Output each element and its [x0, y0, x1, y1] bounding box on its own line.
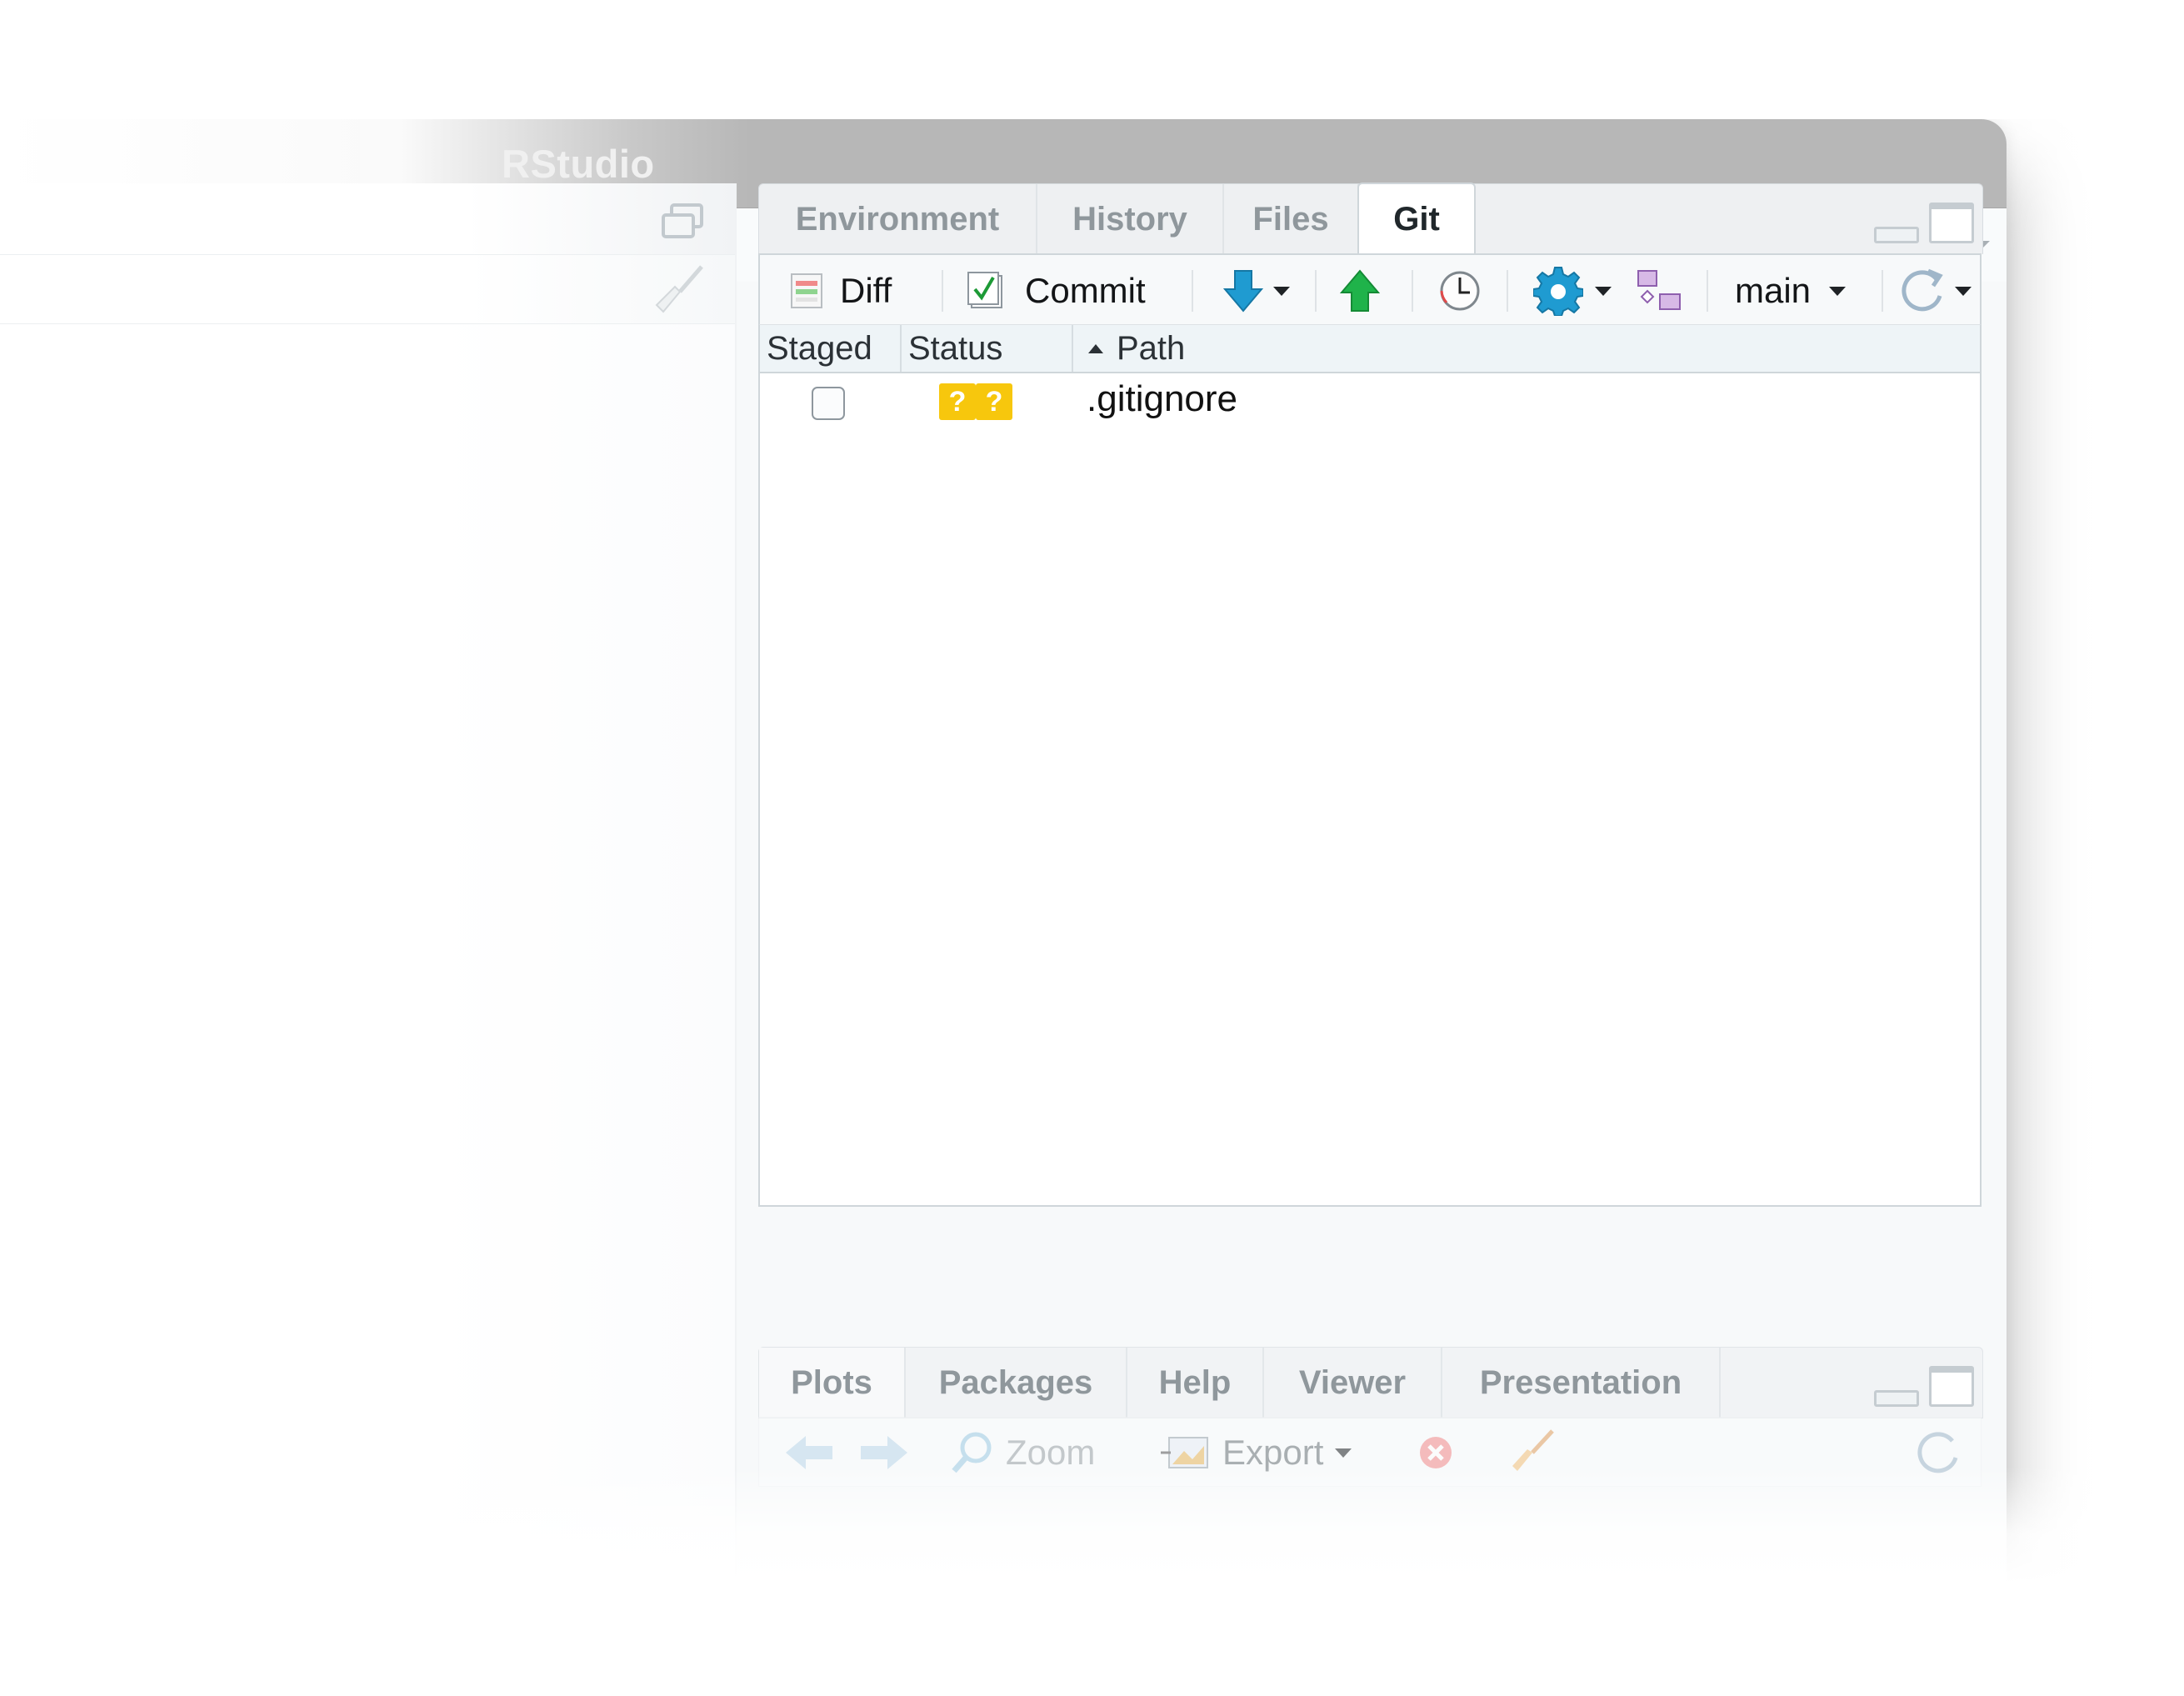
sort-ascending-icon — [1088, 344, 1103, 353]
pane-window-controls — [1874, 1366, 1974, 1407]
maximize-pane-icon[interactable] — [1929, 1366, 1974, 1407]
column-divider — [900, 325, 902, 372]
refresh-icon — [1902, 268, 1943, 312]
top-fade — [0, 0, 2184, 119]
pane-tab-bar: Environment History Files Git — [758, 183, 1983, 258]
changes-table-header: Staged Status Path — [758, 325, 1982, 373]
export-image-icon — [1161, 1437, 1208, 1468]
window-title: RStudio — [502, 142, 655, 186]
tab-git[interactable]: Git — [1357, 183, 1476, 258]
table-row[interactable]: ? ? .gitignore — [760, 373, 1980, 437]
column-divider — [1072, 325, 1073, 372]
rstudio-window: RStudio R test — [0, 0, 2184, 1696]
tab-packages[interactable]: Packages — [906, 1348, 1127, 1418]
chevron-down-icon[interactable] — [1595, 286, 1612, 296]
tab-environment[interactable]: Environment — [759, 184, 1037, 254]
new-branch-button[interactable] — [1635, 255, 1683, 327]
right-fade — [2007, 0, 2184, 1696]
clock-icon — [1440, 271, 1480, 311]
minimize-pane-icon[interactable] — [1874, 1390, 1919, 1407]
pull-arrow-icon — [1223, 270, 1263, 313]
diff-button[interactable]: Diff — [790, 255, 892, 327]
diff-label: Diff — [840, 271, 892, 310]
status-badge: ? — [976, 383, 1012, 420]
toolbar-divider — [942, 270, 943, 312]
diff-icon — [791, 273, 822, 308]
branch-icon — [1637, 270, 1681, 310]
push-button[interactable] — [1340, 255, 1380, 327]
pull-button[interactable] — [1223, 255, 1290, 327]
tab-plots[interactable]: Plots — [759, 1348, 906, 1418]
commit-icon — [967, 272, 1002, 308]
git-toolbar: Diff Commit main — [758, 253, 1982, 325]
changes-table: ? ? .gitignore — [758, 373, 1982, 1207]
toolbar-divider — [1192, 270, 1193, 312]
chevron-down-icon[interactable] — [1273, 286, 1290, 296]
toolbar-divider — [1707, 270, 1708, 312]
restore-pane-icon[interactable] — [660, 202, 705, 240]
toolbar-divider — [1882, 270, 1883, 312]
column-status[interactable]: Status — [908, 325, 1002, 372]
more-button[interactable] — [1533, 255, 1612, 327]
minimize-pane-icon[interactable] — [1874, 227, 1919, 243]
branch-name: main — [1735, 271, 1812, 310]
toolbar-divider — [1507, 270, 1508, 312]
refresh-button[interactable] — [1898, 255, 1972, 327]
column-staged[interactable]: Staged — [767, 325, 872, 372]
file-path[interactable]: .gitignore — [1087, 378, 1237, 420]
remove-plot-icon[interactable] — [1417, 1434, 1454, 1471]
gear-icon — [1533, 267, 1583, 316]
staged-checkbox[interactable] — [812, 387, 845, 420]
chevron-down-icon — [1335, 1448, 1352, 1458]
broom-icon[interactable] — [653, 263, 707, 315]
left-pane-header — [0, 183, 735, 255]
status-badge: ? — [939, 383, 976, 420]
chevron-down-icon[interactable] — [1955, 286, 1972, 296]
pane-window-controls — [1874, 203, 1974, 243]
chevron-down-icon — [1829, 286, 1847, 296]
toolbar-divider — [1412, 270, 1413, 312]
tab-viewer[interactable]: Viewer — [1264, 1348, 1442, 1418]
maximize-pane-icon[interactable] — [1929, 203, 1974, 243]
tab-history[interactable]: History — [1037, 184, 1224, 254]
git-pane: Environment History Files Git Diff Commi… — [758, 183, 1983, 1208]
column-path[interactable]: Path — [1087, 325, 1185, 372]
tab-presentation[interactable]: Presentation — [1442, 1348, 1721, 1418]
commit-label: Commit — [1025, 271, 1146, 310]
tab-files[interactable]: Files — [1224, 184, 1359, 254]
bottom-pane-tab-bar: Plots Packages Help Viewer Presentation — [758, 1347, 1983, 1418]
left-pane-toolbar — [0, 255, 735, 324]
toolbar-divider — [1315, 270, 1317, 312]
tab-help[interactable]: Help — [1127, 1348, 1264, 1418]
left-pane — [0, 183, 737, 1600]
history-button[interactable] — [1438, 255, 1482, 327]
column-path-label: Path — [1117, 330, 1186, 367]
push-arrow-icon — [1340, 269, 1380, 312]
branch-dropdown[interactable]: main — [1735, 255, 1847, 327]
commit-button[interactable]: Commit — [967, 255, 1146, 327]
bottom-fade — [0, 1467, 2184, 1696]
